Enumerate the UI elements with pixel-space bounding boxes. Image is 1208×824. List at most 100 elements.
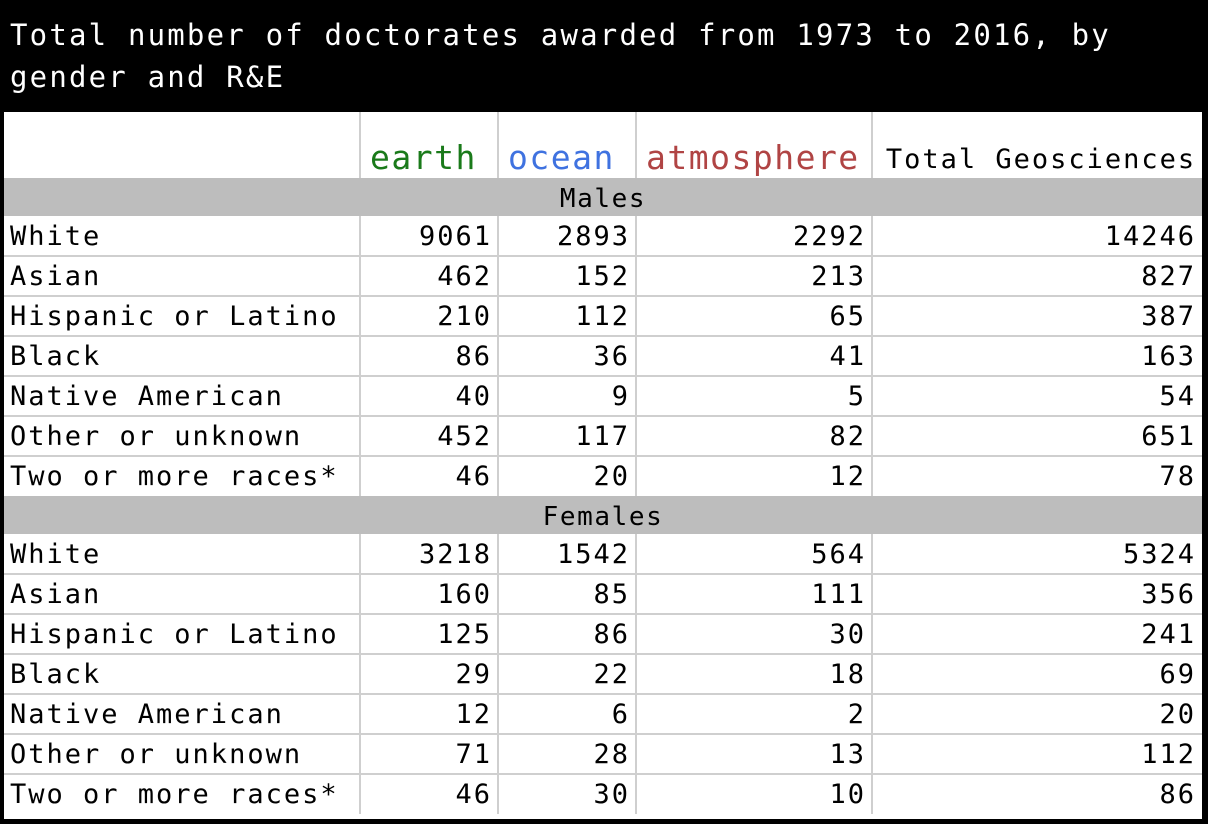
value-cell: 65 [829,301,866,332]
table-row: Black 86 36 41 163 [4,336,1202,376]
table-row: Native American 40 9 5 54 [4,376,1202,416]
value-cell: 462 [437,261,492,292]
value-cell: 78 [1159,461,1196,492]
column-divider [871,534,873,814]
value-cell: 564 [811,539,866,570]
column-divider [359,534,361,814]
value-cell: 30 [593,779,630,810]
value-cell: 18 [829,659,866,690]
value-cell: 28 [593,739,630,770]
value-cell: 210 [437,301,492,332]
value-cell: 22 [593,659,630,690]
table-row: Asian 160 85 111 356 [4,574,1202,614]
column-divider [497,112,499,178]
value-cell: 241 [1141,619,1196,650]
value-cell: 10 [829,779,866,810]
data-table: earth ocean atmosphere Total Geosciences Mal… [4,112,1202,819]
value-cell: 85 [593,579,630,610]
value-cell: 163 [1141,341,1196,372]
value-cell: 1542 [556,539,630,570]
value-cell: 12 [829,461,866,492]
group-header-band: Females [4,496,1202,534]
value-cell: 827 [1141,261,1196,292]
value-cell: 112 [575,301,630,332]
column-divider [359,216,361,496]
row-label: Native American [10,381,284,412]
value-cell: 5324 [1122,539,1196,570]
row-label: Hispanic or Latino [10,619,339,650]
value-cell: 2292 [792,221,866,252]
value-cell: 9061 [418,221,492,252]
value-cell: 14246 [1104,221,1196,252]
value-cell: 152 [575,261,630,292]
table-row: Two or more races* 46 30 10 86 [4,774,1202,814]
column-divider [635,112,637,178]
table-row: Hispanic or Latino 210 112 65 387 [4,296,1202,336]
value-cell: 5 [847,381,866,412]
value-cell: 117 [575,421,630,452]
row-label: Black [10,659,102,690]
value-cell: 86 [1159,779,1196,810]
value-cell: 36 [593,341,630,372]
row-label: Native American [10,699,284,730]
column-divider [635,534,637,814]
table-row: Other or unknown 452 117 82 651 [4,416,1202,456]
row-label: Asian [10,261,102,292]
value-cell: 6 [611,699,630,730]
value-cell: 20 [593,461,630,492]
table-figure: Total number of doctorates awarded from … [0,0,1208,824]
row-label: Two or more races* [10,461,339,492]
table-row: White 9061 2893 2292 14246 [4,216,1202,256]
value-cell: 3218 [418,539,492,570]
group-header: Males [559,184,647,214]
value-cell: 20 [1159,699,1196,730]
value-cell: 40 [455,381,492,412]
value-cell: 160 [437,579,492,610]
value-cell: 69 [1159,659,1196,690]
value-cell: 41 [829,341,866,372]
column-divider [497,216,499,496]
group-header: Females [542,502,664,532]
column-header: earth [370,138,477,177]
value-cell: 356 [1141,579,1196,610]
row-label: Asian [10,579,102,610]
value-cell: 452 [437,421,492,452]
row-label: Hispanic or Latino [10,301,339,332]
value-cell: 86 [593,619,630,650]
value-cell: 125 [437,619,492,650]
group-header-band: Males [4,178,1202,216]
row-label: Other or unknown [10,421,303,452]
column-header: Total Geosciences [885,144,1197,175]
row-label: Other or unknown [10,739,303,770]
row-label: White [10,539,102,570]
value-cell: 9 [611,381,630,412]
table-row: Black 29 22 18 69 [4,654,1202,694]
value-cell: 111 [811,579,866,610]
value-cell: 213 [811,261,866,292]
value-cell: 29 [455,659,492,690]
value-cell: 82 [829,421,866,452]
value-cell: 71 [455,739,492,770]
table-row: Asian 462 152 213 827 [4,256,1202,296]
table-row: Other or unknown 71 28 13 112 [4,734,1202,774]
value-cell: 86 [455,341,492,372]
table-row: Hispanic or Latino 125 86 30 241 [4,614,1202,654]
column-header: ocean [508,138,615,177]
value-cell: 387 [1141,301,1196,332]
value-cell: 46 [455,461,492,492]
row-label: Black [10,341,102,372]
table-title: Total number of doctorates awarded from … [10,18,1131,94]
value-cell: 30 [829,619,866,650]
column-header: atmosphere [646,138,860,177]
column-divider [871,112,873,178]
column-divider [871,216,873,496]
row-label: Two or more races* [10,779,339,810]
value-cell: 12 [455,699,492,730]
table-row: Native American 12 6 2 20 [4,694,1202,734]
value-cell: 2893 [556,221,630,252]
table-row: White 3218 1542 564 5324 [4,534,1202,574]
column-divider [635,216,637,496]
value-cell: 112 [1141,739,1196,770]
value-cell: 651 [1141,421,1196,452]
value-cell: 2 [847,699,866,730]
